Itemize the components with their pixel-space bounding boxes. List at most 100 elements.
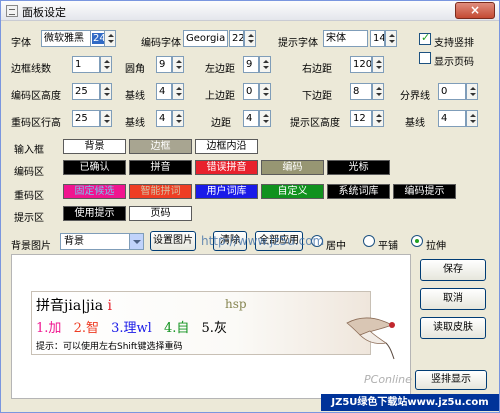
composition-row: 拼音jia|jia i [36, 295, 112, 315]
mode-stretch-radio[interactable] [411, 235, 423, 247]
code-error-swatch[interactable]: 错误拼音 [195, 160, 258, 175]
cand-height-field[interactable]: 25 [72, 110, 100, 127]
code-font-size-field[interactable]: 22 [229, 30, 244, 47]
mode-stretch-label: 拉伸 [426, 241, 446, 252]
close-button[interactable]: × [455, 2, 495, 19]
page-number-checkbox[interactable] [419, 52, 431, 64]
crane-icon [346, 317, 395, 360]
cand-height-spinner[interactable] [100, 110, 112, 127]
code-height-label: 编码区高度 [11, 91, 61, 102]
bg-image-value: 背景 [64, 236, 84, 247]
hint-page-swatch[interactable]: 页码 [129, 206, 192, 221]
bottom-margin-label: 下边距 [302, 91, 332, 102]
font-size-field[interactable]: 24 [90, 30, 105, 47]
cand-baseline-field[interactable]: 4 [156, 110, 172, 127]
top-margin-field[interactable]: 0 [243, 83, 259, 100]
load-skin-button[interactable]: 读取皮肤 [420, 317, 486, 339]
code-height-spinner[interactable] [100, 83, 112, 100]
bg-image-select[interactable]: 背景 [60, 233, 144, 250]
mode-center-label: 居中 [326, 241, 346, 252]
divider-spinner[interactable] [466, 83, 478, 100]
corner-spinner[interactable] [172, 56, 184, 73]
corner-label: 圆角 [125, 64, 145, 75]
code-pinyin-swatch[interactable]: 拼音 [129, 160, 192, 175]
mode-tile-label: 平铺 [378, 241, 398, 252]
cancel-button[interactable]: 取消 [420, 288, 486, 310]
spacing-spinner[interactable] [259, 110, 271, 127]
code-height-field[interactable]: 25 [72, 83, 100, 100]
border-field[interactable]: 1 [72, 56, 100, 73]
code-area-label: 编码区 [14, 167, 44, 178]
composition-text: 拼音jia|jia [36, 298, 104, 314]
composition-cursor-char: i [107, 298, 112, 314]
cand-area-label: 重码区 [14, 191, 44, 202]
bottom-margin-field[interactable]: 8 [350, 83, 372, 100]
candidate-1: 1.加 [36, 321, 62, 336]
font-size-spinner[interactable] [104, 30, 116, 47]
mode-tile-radio[interactable] [363, 235, 375, 247]
input-border-swatch[interactable]: 边框 [129, 139, 192, 154]
bg-image-label: 背景图片 [11, 241, 51, 252]
title-bar[interactable]: 面板设定 × [1, 1, 499, 21]
hint-font-field[interactable]: 宋体 [323, 30, 368, 47]
vertical-label: 支持竖排 [434, 38, 474, 49]
candidate-4: 4.自 [163, 321, 190, 336]
cand-user-swatch[interactable]: 用户词库 [195, 184, 258, 199]
hint-font-size-field[interactable]: 14 [370, 30, 385, 47]
border-spinner[interactable] [100, 56, 112, 73]
right-margin-spinner[interactable] [372, 56, 384, 73]
page-number-label: 显示页码 [434, 57, 474, 68]
vertical-checkbox[interactable] [419, 31, 431, 45]
right-margin-field[interactable]: 120 [350, 56, 372, 73]
code-code-swatch[interactable]: 编码 [261, 160, 324, 175]
cand-smart-swatch[interactable]: 智能拼词 [129, 184, 192, 199]
preview-pane: 拼音jia|jia i hsp 1.加 2.智 3.理wl 4.自 5.灰 提示… [11, 254, 412, 399]
hint-font-label: 提示字体 [278, 38, 318, 49]
app-icon [6, 5, 18, 17]
font-field[interactable]: 微软雅黑 [41, 30, 91, 47]
code-font-size-spinner[interactable] [244, 30, 256, 47]
hint-height-spinner[interactable] [372, 110, 384, 127]
hint-baseline-spinner[interactable] [466, 110, 478, 127]
left-margin-label: 左边距 [205, 64, 235, 75]
hint-font-size-spinner[interactable] [385, 30, 397, 47]
cand-system-swatch[interactable]: 系统词库 [327, 184, 390, 199]
code-baseline-spinner[interactable] [172, 83, 184, 100]
cand-code-hint-swatch[interactable]: 编码提示 [393, 184, 456, 199]
cand-height-label: 重码区行高 [11, 118, 61, 129]
hint-area-label: 提示区 [14, 213, 44, 224]
set-image-button[interactable]: 设置图片 [150, 231, 196, 251]
candidate-list: 1.加 2.智 3.理wl 4.自 5.灰 [36, 317, 227, 336]
code-confirmed-swatch[interactable]: 已确认 [63, 160, 126, 175]
border-label: 边框线数 [11, 64, 51, 75]
code-baseline-field[interactable]: 4 [156, 83, 172, 100]
window-title: 面板设定 [22, 6, 66, 19]
spacing-field[interactable]: 4 [243, 110, 259, 127]
top-margin-spinner[interactable] [259, 83, 271, 100]
vertical-preview-button[interactable]: 竖排显示 [415, 370, 487, 390]
cand-fixed-swatch[interactable]: 固定候选 [63, 184, 126, 199]
hint-baseline-label: 基线 [405, 118, 425, 129]
usage-tip-text: 提示：可以使用左右Shift键选择重码 [36, 342, 183, 352]
input-bg-swatch[interactable]: 背景 [63, 139, 126, 154]
hint-baseline-field[interactable]: 4 [438, 110, 466, 127]
left-margin-spinner[interactable] [259, 56, 271, 73]
divider-field[interactable]: 0 [438, 83, 466, 100]
spacing-label: 边距 [211, 118, 231, 129]
input-inner-border-swatch[interactable]: 边框内沿 [195, 139, 258, 154]
code-cursor-swatch[interactable]: 光标 [327, 160, 390, 175]
corner-field[interactable]: 9 [156, 56, 172, 73]
left-margin-field[interactable]: 9 [243, 56, 259, 73]
input-box-label: 输入框 [14, 145, 44, 156]
hint-height-field[interactable]: 12 [350, 110, 372, 127]
candidate-5: 5.灰 [201, 321, 227, 336]
overlay-url-watermark: http://www.jz5u.com [201, 234, 325, 248]
cand-custom-swatch[interactable]: 自定义 [261, 184, 324, 199]
code-font-field[interactable]: Georgia [183, 30, 228, 47]
code-baseline-label: 基线 [125, 91, 145, 102]
hint-usage-swatch[interactable]: 使用提示 [63, 206, 126, 221]
cand-baseline-spinner[interactable] [172, 110, 184, 127]
save-button[interactable]: 保存 [420, 259, 486, 281]
bottom-margin-spinner[interactable] [372, 83, 384, 100]
chevron-down-icon[interactable] [129, 234, 143, 249]
